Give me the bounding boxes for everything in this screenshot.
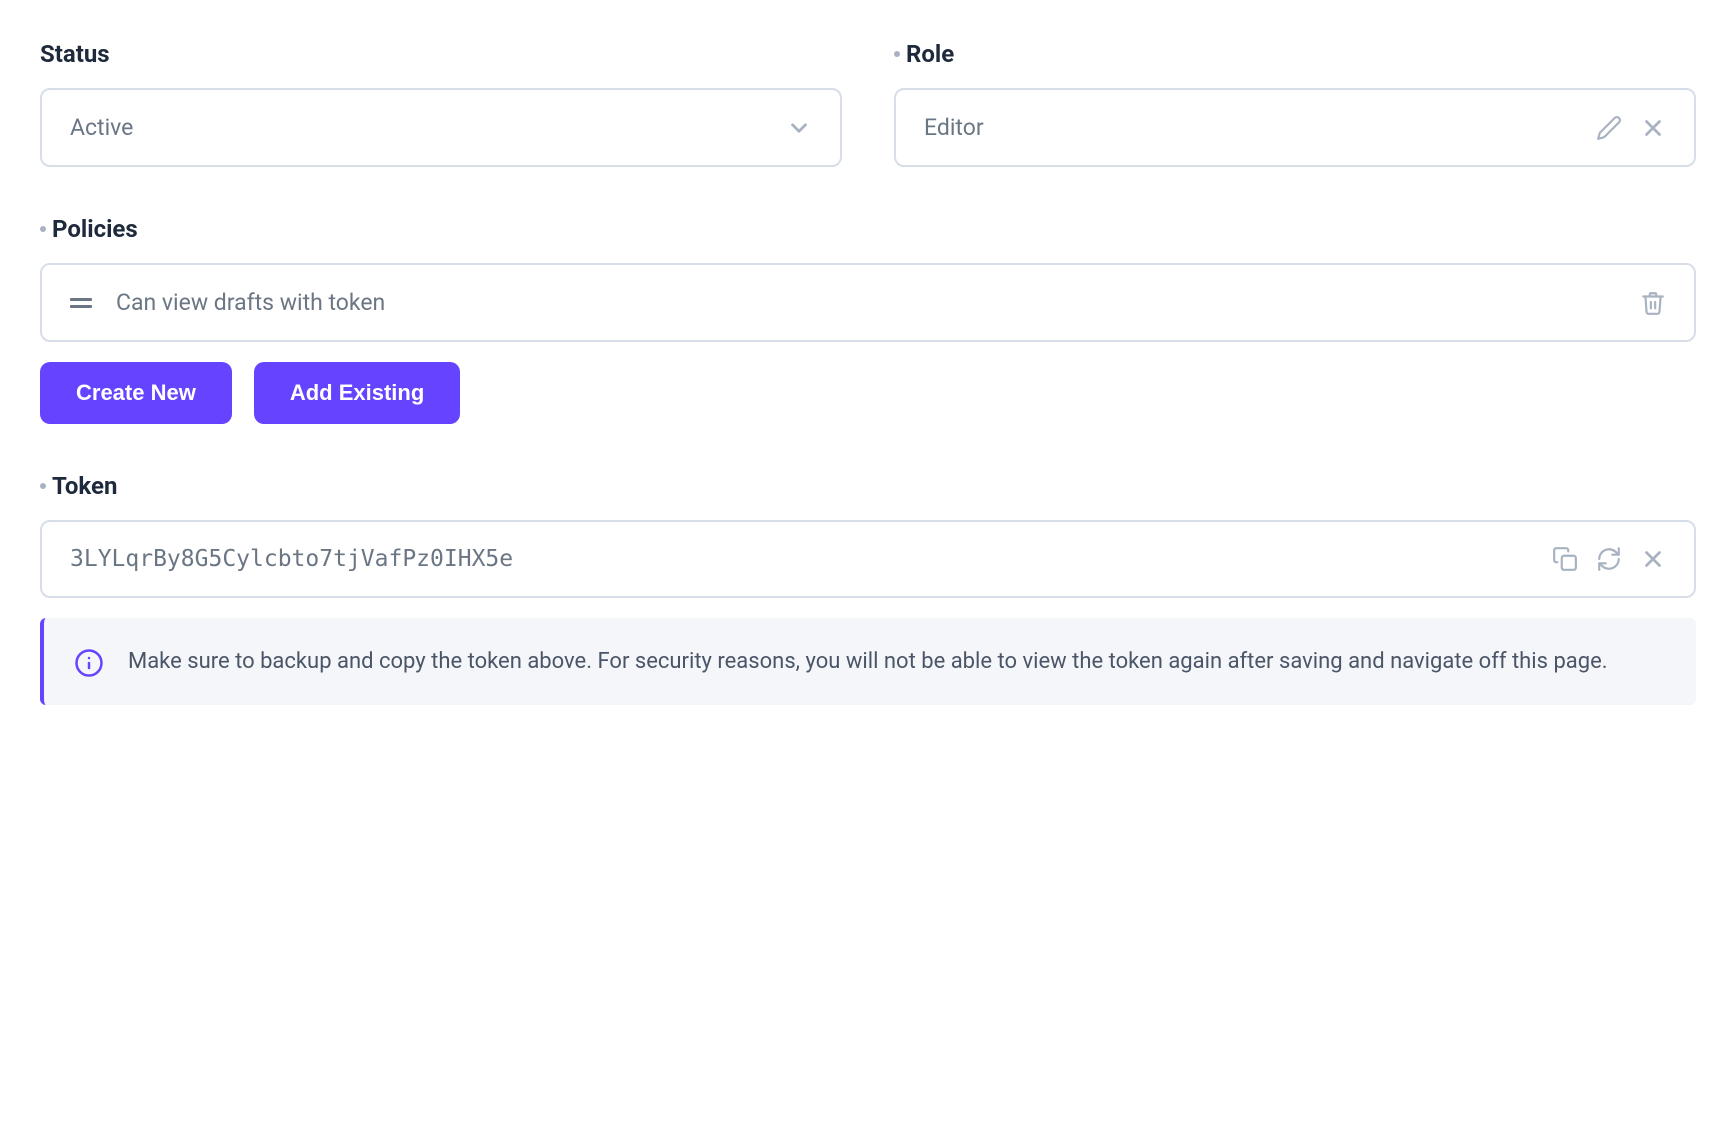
trash-icon[interactable]: [1640, 290, 1666, 316]
role-label-text: Role: [906, 40, 954, 68]
policy-item[interactable]: Can view drafts with token: [40, 263, 1696, 342]
token-info-text: Make sure to backup and copy the token a…: [128, 644, 1608, 679]
status-value: Active: [70, 114, 133, 141]
role-label: Role: [894, 40, 1696, 68]
token-info-banner: Make sure to backup and copy the token a…: [40, 618, 1696, 705]
role-required-dot: [894, 51, 900, 57]
pencil-icon[interactable]: [1596, 115, 1622, 141]
close-icon[interactable]: [1640, 546, 1666, 572]
token-value: 3LYLqrBy8G5Cylcbto7tjVafPz0IHX5e: [70, 546, 513, 572]
drag-handle-icon[interactable]: [70, 298, 92, 308]
role-value: Editor: [924, 114, 984, 141]
policies-label-text: Policies: [52, 215, 138, 243]
role-field[interactable]: Editor: [894, 88, 1696, 167]
status-label: Status: [40, 40, 842, 68]
status-label-text: Status: [40, 40, 110, 68]
close-icon[interactable]: [1640, 115, 1666, 141]
token-label: Token: [40, 472, 1696, 500]
token-field: 3LYLqrBy8G5Cylcbto7tjVafPz0IHX5e: [40, 520, 1696, 598]
create-new-button[interactable]: Create New: [40, 362, 232, 424]
policies-required-dot: [40, 226, 46, 232]
policy-item-text: Can view drafts with token: [116, 289, 385, 316]
token-required-dot: [40, 483, 46, 489]
info-icon: [74, 648, 104, 678]
policies-label: Policies: [40, 215, 1696, 243]
status-select[interactable]: Active: [40, 88, 842, 167]
copy-icon[interactable]: [1552, 546, 1578, 572]
refresh-icon[interactable]: [1596, 546, 1622, 572]
add-existing-button[interactable]: Add Existing: [254, 362, 460, 424]
chevron-down-icon: [786, 115, 812, 141]
token-label-text: Token: [52, 472, 117, 500]
